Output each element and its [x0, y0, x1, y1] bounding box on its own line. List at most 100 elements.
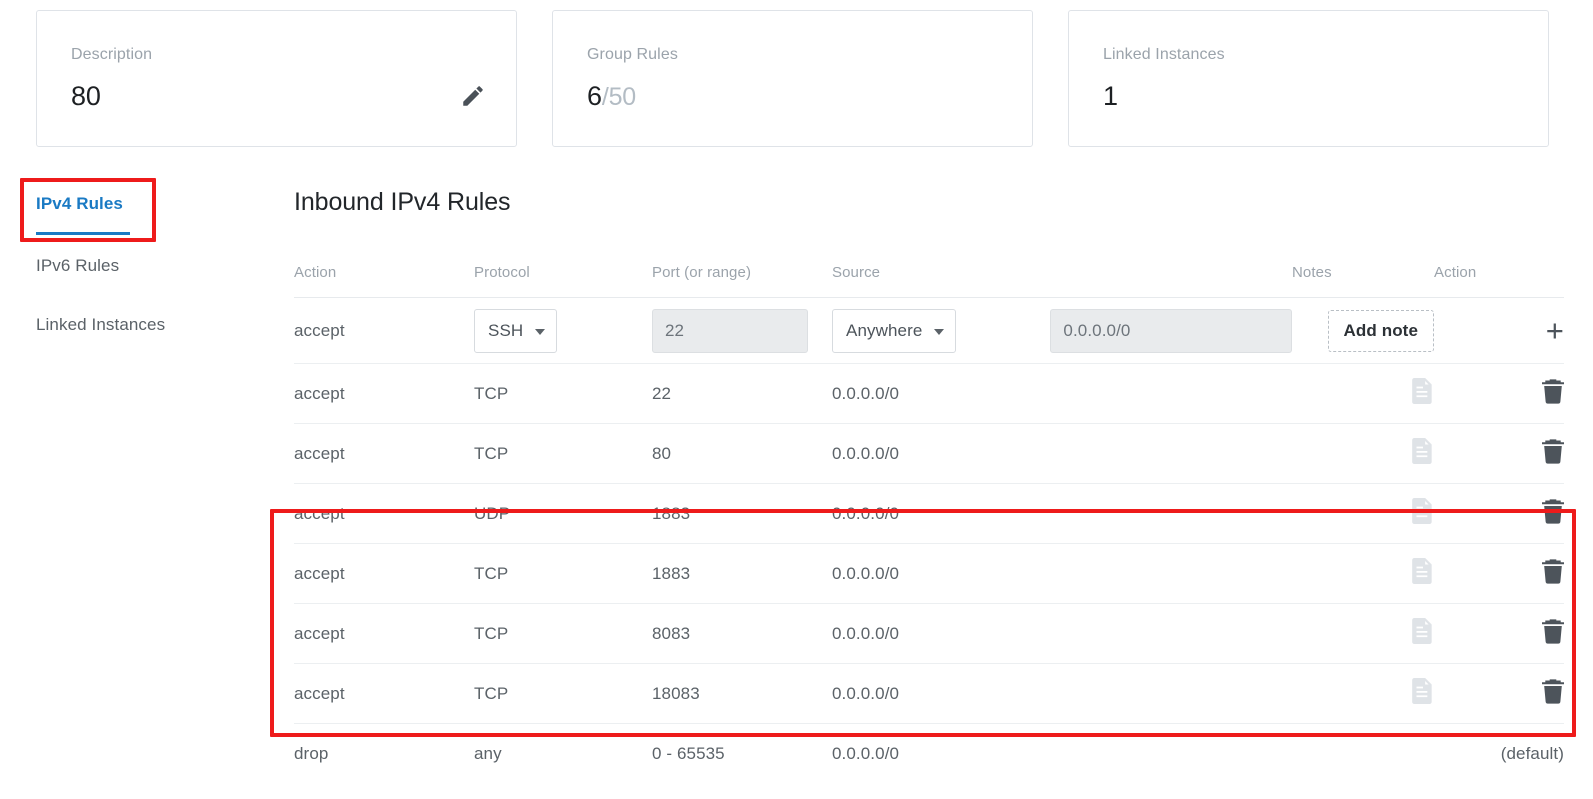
summary-card-group-rules: Group Rules 6/50 — [552, 10, 1033, 147]
new-rule-notes-cell: Add note — [1292, 297, 1434, 364]
new-rule-source-cell: Anywhere 0.0.0.0/0 — [832, 297, 1292, 364]
table-row: accept UDP 1883 0.0.0.0/0 — [294, 483, 1564, 544]
row-action: accept — [294, 543, 474, 604]
sidebar-item-ipv4-rules[interactable]: IPv4 Rules — [0, 192, 130, 235]
row-source: 0.0.0.0/0 — [832, 663, 1292, 724]
sidebar-item-ipv6-rules[interactable]: IPv6 Rules — [0, 254, 119, 278]
security-group-rules-page: Description 80 Group Rules 6/50 Linked I… — [0, 0, 1593, 799]
row-protocol: TCP — [474, 603, 652, 664]
protocol-select[interactable]: SSH — [474, 308, 558, 353]
summary-cards: Description 80 Group Rules 6/50 Linked I… — [0, 0, 1593, 160]
card-label-group-rules: Group Rules — [587, 46, 678, 63]
card-label-linked-instances: Linked Instances — [1103, 46, 1225, 63]
table-row-default: drop any 0 - 65535 0.0.0.0/0 (default) — [294, 724, 1564, 784]
row-source: 0.0.0.0/0 — [832, 743, 900, 763]
linked-instances-count: 1 — [1103, 81, 1118, 111]
table-row: accept TCP 18083 0.0.0.0/0 — [294, 663, 1564, 724]
row-action: accept — [294, 423, 474, 484]
card-label-description: Description — [71, 46, 153, 63]
sidebar-item-ipv6-rules-label: IPv6 Rules — [36, 256, 120, 275]
trash-icon[interactable] — [1542, 618, 1564, 648]
row-notes-cell — [1292, 543, 1434, 604]
row-protocol: UDP — [474, 483, 652, 544]
note-icon[interactable] — [1412, 678, 1434, 708]
column-header-action: Action — [294, 264, 474, 298]
row-notes-cell — [1292, 603, 1434, 664]
row-protocol: TCP — [474, 663, 652, 724]
note-icon[interactable] — [1412, 558, 1434, 588]
row-action-cell — [1434, 663, 1564, 724]
row-protocol: any — [474, 743, 502, 763]
row-port: 0 - 65535 — [652, 743, 725, 763]
row-action: accept — [294, 483, 474, 544]
row-protocol: TCP — [474, 543, 652, 604]
trash-icon[interactable] — [1542, 558, 1564, 588]
new-rule-action-label: accept — [294, 297, 474, 364]
table-body: accept SSH 22 Anywhere 0.0.0.0/0 Add not… — [294, 297, 1564, 784]
new-rule-input-row: accept SSH 22 Anywhere 0.0.0.0/0 Add not… — [294, 297, 1564, 364]
column-header-source: Source — [832, 264, 1292, 298]
row-notes-cell — [1292, 724, 1434, 784]
row-action: drop — [294, 743, 329, 763]
inbound-ipv4-rules-table: Action Protocol Port (or range) Source N… — [294, 264, 1564, 784]
inbound-rules-panel: Inbound IPv4 Rules Action Protocol Port … — [294, 186, 1564, 784]
row-action-cell — [1434, 543, 1564, 604]
source-cidr-input[interactable]: 0.0.0.0/0 — [1050, 308, 1292, 353]
plus-icon[interactable]: + — [1546, 315, 1564, 346]
note-icon[interactable] — [1412, 618, 1434, 648]
table-row: accept TCP 22 0.0.0.0/0 — [294, 363, 1564, 424]
page-title: Inbound IPv4 Rules — [294, 188, 511, 216]
note-icon[interactable] — [1412, 378, 1434, 408]
row-action-cell — [1434, 423, 1564, 484]
sidebar-item-linked-instances-label: Linked Instances — [36, 315, 166, 334]
sidebar-item-ipv4-rules-label: IPv4 Rules — [36, 194, 123, 213]
chevron-down-icon — [535, 328, 546, 335]
row-action: accept — [294, 363, 474, 424]
group-rules-limit: /50 — [601, 83, 636, 111]
summary-card-linked-instances: Linked Instances 1 — [1068, 10, 1549, 147]
new-rule-port-cell: 22 — [652, 297, 832, 364]
card-value-group-rules: 6/50 — [587, 79, 1008, 114]
column-header-notes: Notes — [1292, 264, 1434, 298]
source-type-select[interactable]: Anywhere — [832, 308, 957, 353]
sidebar-item-linked-instances[interactable]: Linked Instances — [0, 313, 165, 337]
row-source: 0.0.0.0/0 — [832, 603, 1292, 664]
port-input[interactable]: 22 — [652, 308, 808, 353]
active-tab-underline — [36, 232, 130, 235]
row-port: 22 — [652, 363, 832, 424]
table-row: accept TCP 1883 0.0.0.0/0 — [294, 543, 1564, 604]
row-action-cell: (default) — [1434, 724, 1564, 784]
row-port: 1883 — [652, 483, 832, 544]
row-action: accept — [294, 663, 474, 724]
row-port: 80 — [652, 423, 832, 484]
source-type-select-value: Anywhere — [846, 320, 923, 340]
row-protocol: TCP — [474, 423, 652, 484]
column-header-row-action: Action — [1434, 264, 1564, 298]
row-protocol: TCP — [474, 363, 652, 424]
table-row: accept TCP 8083 0.0.0.0/0 — [294, 603, 1564, 664]
pencil-icon[interactable] — [460, 83, 486, 109]
row-notes-cell — [1292, 363, 1434, 424]
trash-icon[interactable] — [1542, 438, 1564, 468]
trash-icon[interactable] — [1542, 498, 1564, 528]
table-header: Action Protocol Port (or range) Source N… — [294, 264, 1564, 298]
row-action-cell — [1434, 363, 1564, 424]
note-icon[interactable] — [1412, 498, 1434, 528]
row-action-cell — [1434, 483, 1564, 544]
row-notes-cell — [1292, 483, 1434, 544]
row-port: 1883 — [652, 543, 832, 604]
table-row: accept TCP 80 0.0.0.0/0 — [294, 423, 1564, 484]
trash-icon[interactable] — [1542, 378, 1564, 408]
card-value-linked-instances: 1 — [1103, 79, 1524, 113]
row-notes-cell — [1292, 423, 1434, 484]
row-source: 0.0.0.0/0 — [832, 543, 1292, 604]
chevron-down-icon — [934, 328, 945, 335]
summary-card-description: Description 80 — [36, 10, 517, 147]
default-rule-label: (default) — [1500, 743, 1564, 763]
row-source: 0.0.0.0/0 — [832, 363, 1292, 424]
new-rule-protocol-cell: SSH — [474, 297, 652, 364]
note-icon[interactable] — [1412, 438, 1434, 468]
trash-icon[interactable] — [1542, 678, 1564, 708]
add-note-button[interactable]: Add note — [1327, 309, 1434, 352]
row-port: 18083 — [652, 663, 832, 724]
